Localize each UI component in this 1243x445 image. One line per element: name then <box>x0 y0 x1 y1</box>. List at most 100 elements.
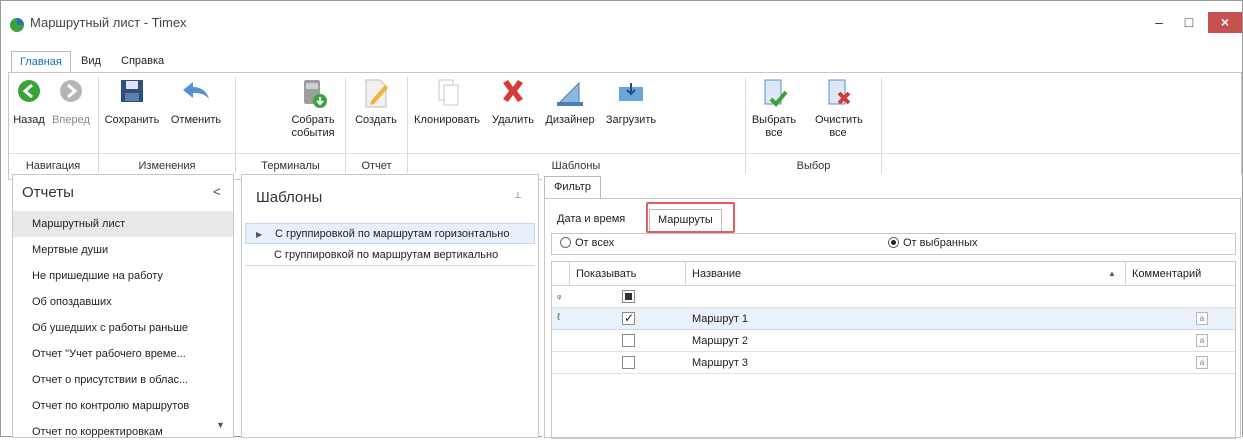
load-tray-icon <box>619 83 643 101</box>
report-item[interactable]: Об опоздавших <box>13 289 233 315</box>
report-item[interactable]: Отчет по корректировкам <box>13 419 233 439</box>
radio-from-selected[interactable]: От выбранных <box>888 237 978 249</box>
scroll-down-icon[interactable]: ▼ <box>216 420 225 430</box>
back-label: Назад <box>13 114 45 126</box>
report-item[interactable]: Не пришедшие на работу <box>13 263 233 289</box>
radio-selected-icon <box>888 237 899 248</box>
template-row[interactable]: С группировкой по маршрутам вертикально <box>245 245 535 266</box>
show-checkbox[interactable] <box>622 334 635 347</box>
report-item[interactable]: Отчет о присутствии в облас... <box>13 367 233 393</box>
route-name: Маршрут 3 <box>692 357 749 369</box>
column-header-show[interactable]: Показывать <box>570 262 686 286</box>
filter-pane: Фильтр Дата и время Маршруты От всех От … <box>542 174 1242 439</box>
comment-memo-icon[interactable]: a <box>1196 356 1208 369</box>
select-all-button[interactable]: Выбрать все <box>751 77 797 140</box>
tab-datetime[interactable]: Дата и время <box>549 209 633 231</box>
route-name: Маршрут 1 <box>692 313 749 325</box>
clear-all-label: Очистить все <box>815 114 863 139</box>
collect-events-label: Собрать события <box>291 114 335 139</box>
show-checkbox[interactable]: ✓ <box>622 311 635 325</box>
designer-ruler-icon <box>557 81 583 106</box>
template-row[interactable]: ▶ С группировкой по маршрутам горизонтал… <box>245 223 535 244</box>
column-header-name[interactable]: Название ▲ <box>686 262 1126 286</box>
grid-indicator-header <box>552 262 570 286</box>
report-item[interactable]: Маршрутный лист <box>13 211 233 237</box>
save-button[interactable]: Сохранить <box>101 77 163 127</box>
reports-title: Отчеты <box>22 184 74 201</box>
checkmark-icon: ✓ <box>624 311 635 325</box>
app-logo-icon <box>10 18 24 32</box>
cancel-label: Отменить <box>170 114 222 126</box>
report-item[interactable]: Мертвые души <box>13 237 233 263</box>
column-header-comment[interactable]: Комментарий <box>1126 262 1235 286</box>
forward-button[interactable]: Вперед <box>49 77 93 127</box>
reports-pane: Отчеты < Маршрутный лист Мертвые души Не… <box>12 174 234 438</box>
report-item[interactable]: Отчет "Учет рабочего време... <box>13 341 233 367</box>
filter-row-icon: ᵩ <box>557 290 562 301</box>
source-radio-group: От всех От выбранных <box>551 233 1236 255</box>
template-name: С группировкой по маршрутам вертикально <box>274 249 499 261</box>
route-name: Маршрут 2 <box>692 335 749 347</box>
back-button[interactable]: Назад <box>10 77 48 127</box>
ribbon-separator <box>881 77 882 173</box>
row-pointer-icon: ▶ <box>256 230 263 239</box>
show-filter-checkbox[interactable] <box>622 290 635 303</box>
back-arrow-icon <box>18 80 40 102</box>
load-label: Загрузить <box>605 114 657 126</box>
delete-button[interactable]: Удалить <box>487 77 539 127</box>
routes-tab-highlight <box>646 202 735 233</box>
filter-panel: Дата и время Маршруты От всех От выбранн… <box>544 198 1241 439</box>
delete-x-icon <box>503 80 523 102</box>
sort-ascending-icon: ▲ <box>1108 269 1116 278</box>
tab-filter[interactable]: Фильтр <box>544 176 601 199</box>
window-title: Маршрутный лист - Timex <box>30 15 187 30</box>
designer-button[interactable]: Дизайнер <box>541 77 599 127</box>
ribbon-group-divider <box>9 153 1241 154</box>
tab-help[interactable]: Справка <box>113 51 172 73</box>
edit-row-icon: ℓ <box>557 312 561 323</box>
clone-label: Клонировать <box>414 114 480 126</box>
select-all-check-icon <box>764 79 788 107</box>
tab-home[interactable]: Главная <box>11 51 71 73</box>
table-row[interactable]: Маршрут 3 a <box>552 352 1235 374</box>
collect-events-button[interactable]: Собрать события <box>283 77 343 140</box>
terminal-collect-icon <box>304 80 327 108</box>
report-item[interactable]: Отчет по контролю маршрутов <box>13 393 233 419</box>
pin-icon[interactable]: ⊥ <box>514 190 522 201</box>
create-label: Создать <box>355 114 397 126</box>
cancel-button[interactable]: Отменить <box>165 77 227 127</box>
tab-view[interactable]: Вид <box>73 51 109 73</box>
title-bar: Маршрутный лист - Timex – □ × <box>1 1 1242 45</box>
create-report-button[interactable]: Создать <box>349 77 403 127</box>
delete-label: Удалить <box>492 114 534 126</box>
clone-pages-icon <box>438 79 459 106</box>
filter-row: ᵩ <box>552 286 1235 308</box>
minimize-button[interactable]: – <box>1147 12 1171 33</box>
report-item[interactable]: Об ушедших с работы раньше <box>13 315 233 341</box>
column-header-name-label: Название <box>692 268 742 280</box>
clone-button[interactable]: Клонировать <box>409 77 485 127</box>
load-button[interactable]: Загрузить <box>601 77 661 127</box>
routes-grid: Показывать Название ▲ Комментарий ᵩ ℓ ✓ … <box>551 261 1236 439</box>
templates-title: Шаблоны <box>256 189 323 206</box>
comment-memo-icon[interactable]: a <box>1196 312 1208 325</box>
close-button[interactable]: × <box>1208 12 1242 33</box>
undo-arrow-icon <box>183 82 209 99</box>
comment-memo-icon[interactable]: a <box>1196 334 1208 347</box>
show-checkbox[interactable] <box>622 356 635 369</box>
radio-from-all-label: От всех <box>575 237 615 249</box>
forward-label: Вперед <box>52 114 90 126</box>
collapse-chevron-icon[interactable]: < <box>213 184 221 199</box>
clear-all-button[interactable]: Очистить все <box>815 77 863 140</box>
select-all-label: Выбрать все <box>751 114 797 139</box>
table-row[interactable]: Маршрут 2 a <box>552 330 1235 352</box>
save-label: Сохранить <box>104 114 160 126</box>
document-edit-icon <box>365 79 388 108</box>
table-row[interactable]: ℓ ✓ Маршрут 1 a <box>552 308 1235 330</box>
radio-from-all[interactable]: От всех <box>560 237 614 249</box>
templates-pane: Шаблоны ⊥ ▶ С группировкой по маршрутам … <box>241 174 539 438</box>
radio-from-selected-label: От выбранных <box>903 237 978 249</box>
main-window: Маршрутный лист - Timex – □ × Главная Ви… <box>0 0 1243 439</box>
maximize-button[interactable]: □ <box>1177 12 1201 33</box>
clear-all-x-icon <box>828 79 851 105</box>
